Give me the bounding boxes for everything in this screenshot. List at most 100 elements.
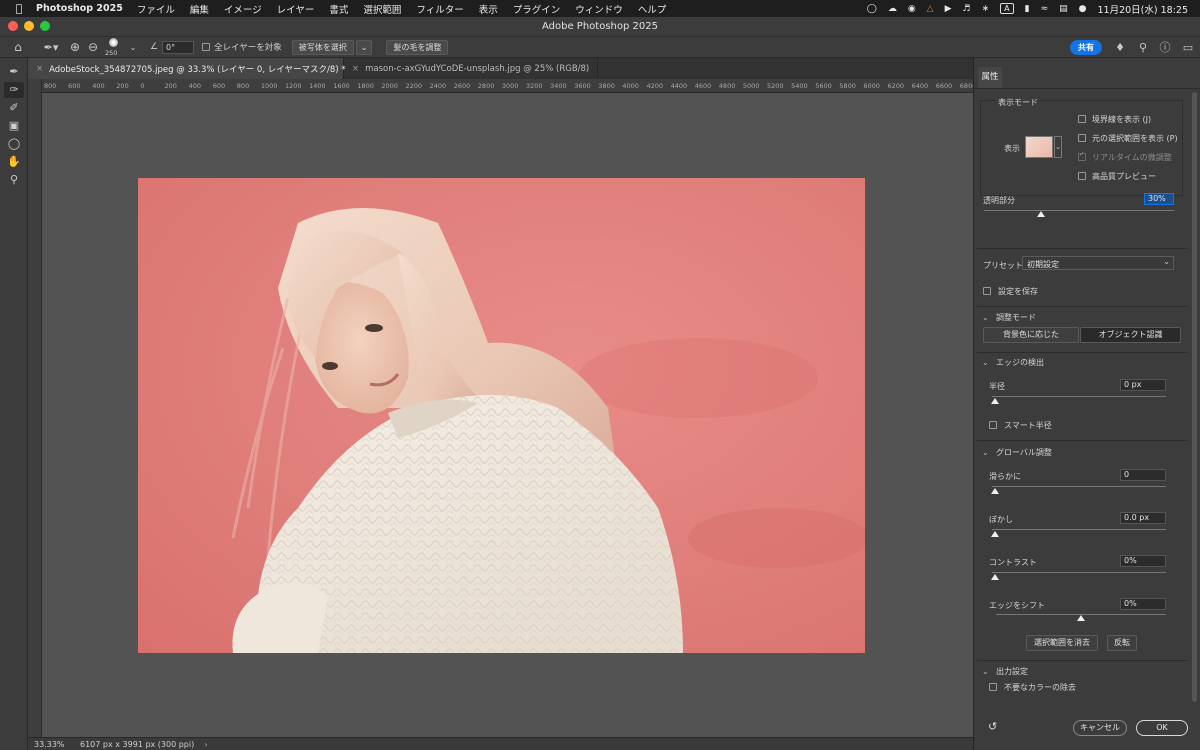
refine-hair-button[interactable]: 髪の毛を調整 [386, 39, 449, 55]
radius-input[interactable]: 0 px [1120, 379, 1166, 391]
brush-size-control[interactable]: 250 [102, 37, 128, 57]
subtract-from-selection-icon[interactable]: ⊖ [84, 40, 102, 54]
clear-selection-button[interactable]: 選択範囲を消去 [1026, 635, 1098, 651]
wifi-icon[interactable]: ≈ [1041, 4, 1049, 14]
play-icon[interactable]: ▶ [945, 4, 952, 14]
chevron-right-icon[interactable]: › [204, 740, 207, 749]
close-window-button[interactable] [8, 21, 18, 31]
document-info[interactable]: 6107 px x 3991 px (300 ppi) [80, 740, 194, 749]
document-image[interactable] [138, 178, 865, 653]
radius-slider-track[interactable] [992, 396, 1166, 397]
hq-preview-checkbox[interactable] [1078, 172, 1086, 180]
workspace-icon[interactable]: ▭ [1176, 41, 1200, 54]
invert-button[interactable]: 反転 [1107, 635, 1137, 651]
ok-button[interactable]: OK [1136, 720, 1188, 736]
transparency-slider-thumb[interactable] [1037, 211, 1045, 217]
vertical-ruler[interactable] [28, 79, 42, 737]
menu-edit[interactable]: 編集 [190, 2, 209, 16]
apple-icon[interactable]:  [12, 2, 26, 15]
shift-edge-input[interactable]: 0% [1120, 598, 1166, 610]
refine-edge-brush-tool-icon[interactable]: ✑ [4, 82, 24, 98]
select-subject-dropdown[interactable]: ⌄ [355, 39, 373, 55]
menu-help[interactable]: ヘルプ [638, 2, 667, 16]
app-menu[interactable]: Photoshop 2025 [36, 3, 123, 14]
decontaminate-checkbox[interactable] [989, 683, 997, 691]
menu-file[interactable]: ファイル [137, 2, 175, 16]
shift-edge-slider-thumb[interactable] [1077, 615, 1085, 621]
cloud-icon[interactable]: ☁ [888, 4, 897, 14]
color-aware-button[interactable]: 背景色に応じた [983, 327, 1079, 343]
menu-layer[interactable]: レイヤー [277, 2, 315, 16]
contrast-input[interactable]: 0% [1120, 555, 1166, 567]
feather-slider-track[interactable] [992, 529, 1166, 530]
close-tab-icon[interactable]: × [352, 64, 359, 74]
brave-icon[interactable]: △ [927, 4, 934, 14]
preset-dropdown[interactable]: 初期設定 ⌄ [1022, 256, 1174, 270]
input-source-indicator[interactable]: A [1000, 3, 1014, 14]
show-edge-checkbox[interactable] [1078, 115, 1086, 123]
share-button[interactable]: 共有 [1070, 39, 1102, 55]
object-aware-button[interactable]: オブジェクト認識 [1080, 327, 1181, 343]
bell-icon[interactable]: ♦ [1108, 41, 1132, 54]
quick-selection-tool-icon[interactable]: ✒ [4, 64, 24, 80]
volume-icon[interactable]: ♬ [963, 4, 971, 14]
menu-select[interactable]: 選択範囲 [363, 2, 401, 16]
smooth-input[interactable]: 0 [1120, 469, 1166, 481]
siri-icon[interactable]: ● [1079, 4, 1087, 14]
feather-slider-thumb[interactable] [991, 531, 999, 537]
adjust-mode-section[interactable]: ⌄ 調整モード [982, 312, 1036, 323]
home-icon[interactable]: ⌂ [0, 40, 36, 54]
all-layers-checkbox[interactable] [202, 43, 210, 51]
sync-icon[interactable]: ◉ [908, 4, 916, 14]
creative-cloud-icon[interactable]: ◯ [867, 4, 877, 14]
add-to-selection-icon[interactable]: ⊕ [66, 40, 84, 54]
control-center-icon[interactable]: ▤ [1059, 4, 1068, 14]
feather-input[interactable]: 0.0 px [1120, 512, 1166, 524]
save-settings-checkbox[interactable] [983, 287, 991, 295]
transparency-input[interactable]: 30% [1144, 193, 1174, 205]
show-original-checkbox[interactable] [1078, 134, 1086, 142]
chevron-down-icon[interactable]: ⌄ [128, 43, 138, 52]
document-tab[interactable]: × mason-c-axGYudYCoDE-unsplash.jpg @ 25%… [344, 58, 599, 79]
contrast-slider-thumb[interactable] [991, 574, 999, 580]
zoom-level[interactable]: 33.33% [28, 740, 70, 749]
menu-view[interactable]: 表示 [479, 2, 498, 16]
smooth-slider-track[interactable] [992, 486, 1166, 487]
brush-tool-icon[interactable]: ✐ [4, 100, 24, 116]
tab-properties[interactable]: 属性 [978, 67, 1002, 88]
menu-filter[interactable]: フィルター [416, 2, 463, 16]
hand-tool-icon[interactable]: ✋ [4, 154, 24, 170]
minimize-window-button[interactable] [24, 21, 34, 31]
smart-radius-checkbox[interactable] [989, 421, 997, 429]
menubar-clock[interactable]: 11月20日(水) 18:25 [1098, 2, 1189, 16]
search-icon[interactable]: ⚲ [1132, 41, 1154, 54]
battery-icon[interactable]: ▮ [1025, 4, 1030, 14]
radius-slider-thumb[interactable] [991, 398, 999, 404]
horizontal-ruler[interactable]: 800 600 400 200 0 200 400 600 800 1000 1200 1400 160… [42, 79, 976, 93]
edge-detection-section[interactable]: ⌄ エッジの検出 [982, 357, 1044, 368]
menu-window[interactable]: ウィンドウ [575, 2, 623, 16]
output-section[interactable]: ⌄ 出力設定 [982, 666, 1028, 677]
lasso-tool-icon[interactable]: ◯ [4, 136, 24, 152]
help-icon[interactable]: ⓘ [1154, 39, 1176, 55]
panel-scrollbar[interactable] [1192, 92, 1197, 702]
view-dropdown-chevron-icon[interactable]: ⌄ [1054, 136, 1062, 158]
reset-icon[interactable]: ↺ [988, 720, 997, 733]
canvas-area[interactable] [42, 93, 973, 737]
tool-preset-brush-icon[interactable]: ✒▾ [36, 41, 66, 54]
cancel-button[interactable]: キャンセル [1073, 720, 1127, 736]
document-tab-active[interactable]: × AdobeStock_354872705.jpeg @ 33.3% (レイヤ… [28, 58, 346, 79]
menu-image[interactable]: イメージ [224, 2, 262, 16]
contrast-slider-track[interactable] [992, 572, 1166, 573]
transparency-slider-track[interactable] [984, 210, 1174, 211]
select-subject-button[interactable]: 被写体を選択 [291, 39, 354, 55]
angle-input[interactable]: 0° [162, 40, 194, 54]
zoom-window-button[interactable] [40, 21, 50, 31]
bluetooth-icon[interactable]: ∗ [982, 4, 990, 14]
close-tab-icon[interactable]: × [36, 64, 43, 74]
zoom-tool-icon[interactable]: ⚲ [4, 172, 24, 188]
object-selection-tool-icon[interactable]: ▣ [4, 118, 24, 134]
view-thumbnail[interactable] [1025, 136, 1053, 158]
menu-plugins[interactable]: プラグイン [513, 2, 561, 16]
global-adjust-section[interactable]: ⌄ グローバル調整 [982, 447, 1052, 458]
